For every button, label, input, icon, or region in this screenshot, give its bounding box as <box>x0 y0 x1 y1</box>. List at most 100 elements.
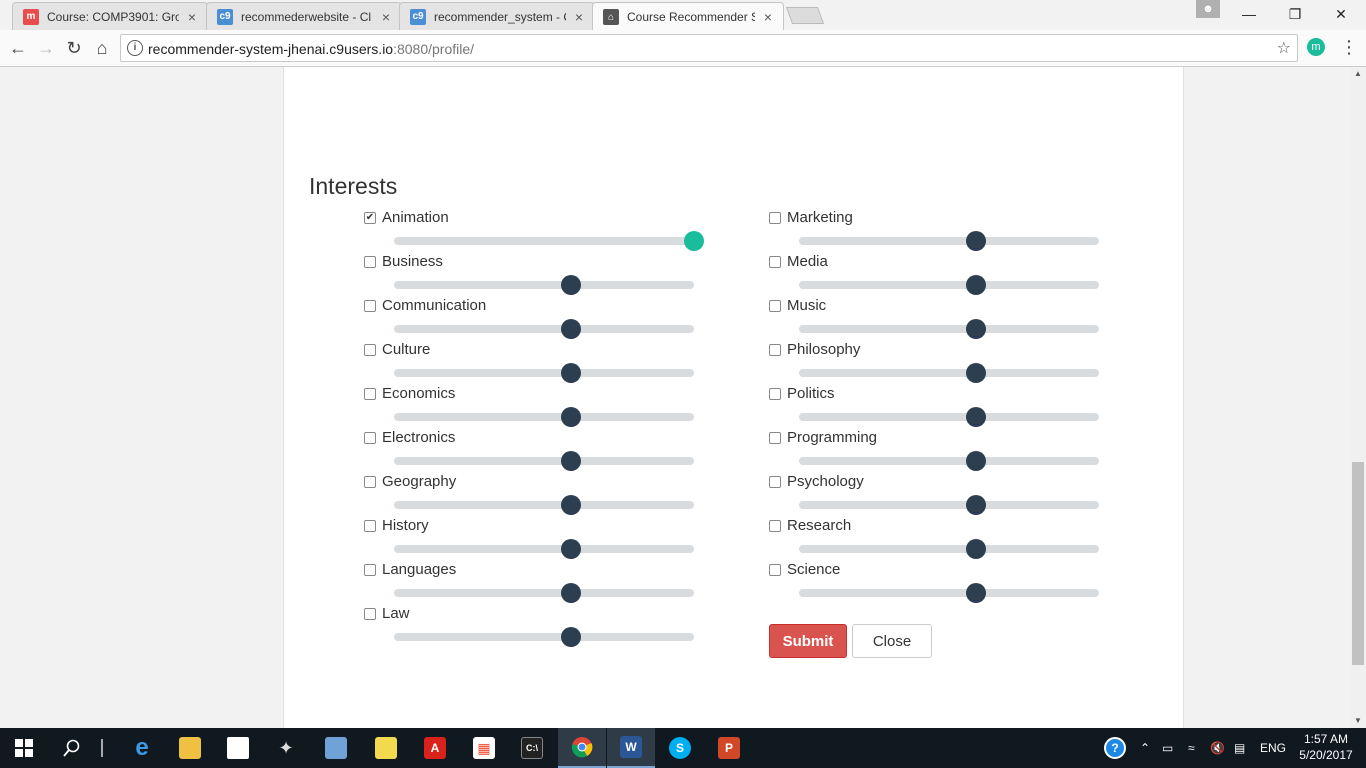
tab-close-icon[interactable]: × <box>572 9 586 25</box>
task-view-icon[interactable] <box>84 728 120 768</box>
new-tab-button[interactable] <box>785 7 825 24</box>
slider-handle[interactable] <box>561 583 581 603</box>
interest-checkbox[interactable] <box>769 300 781 312</box>
interest-checkbox[interactable] <box>769 432 781 444</box>
slider-handle[interactable] <box>561 407 581 427</box>
address-bar[interactable]: i recommender-system-jhenai.c9users.io:8… <box>120 34 1298 62</box>
interest-slider[interactable] <box>799 539 1099 559</box>
slider-handle[interactable] <box>966 495 986 515</box>
interest-slider[interactable] <box>394 275 694 295</box>
slider-handle[interactable] <box>561 451 581 471</box>
info-icon[interactable]: i <box>127 40 143 56</box>
interest-checkbox[interactable] <box>769 388 781 400</box>
interest-checkbox[interactable] <box>769 344 781 356</box>
skype-icon[interactable]: S <box>656 728 704 768</box>
app-icon[interactable]: ✦ <box>262 728 310 768</box>
scroll-down-icon[interactable]: ▼ <box>1350 714 1366 728</box>
browser-tab[interactable]: c9 recommederwebsite - Cl × <box>206 2 402 30</box>
interest-checkbox[interactable] <box>364 344 376 356</box>
clock[interactable]: 1:57 AM 5/20/2017 <box>1296 731 1356 763</box>
interest-slider[interactable] <box>799 451 1099 471</box>
slider-handle[interactable] <box>684 231 704 251</box>
file-explorer-icon[interactable] <box>166 728 214 768</box>
slider-handle[interactable] <box>561 627 581 647</box>
tab-close-icon[interactable]: × <box>379 9 393 25</box>
interest-checkbox[interactable] <box>364 564 376 576</box>
interest-slider[interactable] <box>394 231 704 251</box>
scrollbar-thumb[interactable] <box>1352 462 1364 665</box>
slider-handle[interactable] <box>966 583 986 603</box>
slider-handle[interactable] <box>966 539 986 559</box>
apps-grid-icon[interactable]: ▦ <box>460 728 508 768</box>
slider-handle[interactable] <box>966 407 986 427</box>
browser-tab[interactable]: c9 recommender_system - C × <box>399 2 595 30</box>
store-icon[interactable] <box>214 728 262 768</box>
extension-m-icon[interactable]: m <box>1307 38 1325 56</box>
interest-slider[interactable] <box>799 583 1099 603</box>
page-scrollbar[interactable]: ▲ ▼ <box>1350 67 1366 728</box>
remote-desktop-icon[interactable] <box>312 728 360 768</box>
interest-checkbox[interactable] <box>769 212 781 224</box>
volume-mute-icon[interactable]: 🔇 <box>1210 728 1225 768</box>
slider-handle[interactable] <box>966 451 986 471</box>
restore-button[interactable]: ❐ <box>1272 0 1318 28</box>
home-icon[interactable]: ⌂ <box>90 36 114 60</box>
interest-slider[interactable] <box>799 275 1099 295</box>
powerpoint-icon[interactable]: P <box>705 728 753 768</box>
interest-slider[interactable] <box>394 451 694 471</box>
interest-slider[interactable] <box>799 363 1099 383</box>
slider-handle[interactable] <box>561 319 581 339</box>
interest-checkbox[interactable] <box>769 476 781 488</box>
interest-checkbox[interactable] <box>364 300 376 312</box>
interest-slider[interactable] <box>394 539 694 559</box>
slider-handle[interactable] <box>966 319 986 339</box>
slider-handle[interactable] <box>966 275 986 295</box>
slider-handle[interactable] <box>966 231 986 251</box>
acrobat-icon[interactable]: A <box>411 728 459 768</box>
battery-icon[interactable]: ▭ <box>1162 728 1173 768</box>
tray-chevron-icon[interactable]: ⌃ <box>1140 728 1150 768</box>
terminal-icon[interactable]: C:\ <box>508 728 556 768</box>
sticky-notes-icon[interactable] <box>362 728 410 768</box>
language-indicator[interactable]: ENG <box>1260 728 1286 768</box>
interest-checkbox[interactable] <box>364 432 376 444</box>
interest-slider[interactable] <box>394 627 694 647</box>
interest-checkbox[interactable] <box>364 476 376 488</box>
browser-tab[interactable]: m Course: COMP3901: Grou × <box>12 2 208 30</box>
minimize-button[interactable]: — <box>1226 0 1272 28</box>
back-icon[interactable]: ← <box>6 36 30 60</box>
start-icon[interactable] <box>0 728 48 768</box>
scroll-up-icon[interactable]: ▲ <box>1350 67 1366 81</box>
tab-close-icon[interactable]: × <box>185 9 199 25</box>
slider-handle[interactable] <box>966 363 986 383</box>
submit-button[interactable]: Submit <box>769 624 847 658</box>
interest-checkbox[interactable]: ✔ <box>364 212 376 224</box>
close-button[interactable]: Close <box>852 624 932 658</box>
interest-checkbox[interactable] <box>364 256 376 268</box>
bookmark-star-icon[interactable]: ☆ <box>1277 38 1291 58</box>
edge-icon[interactable]: e <box>118 728 166 768</box>
tab-close-icon[interactable]: × <box>761 9 775 25</box>
slider-handle[interactable] <box>561 495 581 515</box>
profile-icon[interactable]: ☻ <box>1196 0 1220 18</box>
interest-checkbox[interactable] <box>769 564 781 576</box>
interest-checkbox[interactable] <box>769 520 781 532</box>
forward-icon[interactable]: → <box>34 36 58 60</box>
reload-icon[interactable]: ↻ <box>62 36 86 60</box>
word-icon[interactable]: W <box>607 728 655 768</box>
notifications-icon[interactable]: ▤ <box>1234 728 1245 768</box>
slider-handle[interactable] <box>561 363 581 383</box>
slider-handle[interactable] <box>561 539 581 559</box>
interest-slider[interactable] <box>394 583 694 603</box>
interest-slider[interactable] <box>394 495 694 515</box>
interest-slider[interactable] <box>799 231 1099 251</box>
interest-slider[interactable] <box>799 319 1099 339</box>
interest-slider[interactable] <box>394 319 694 339</box>
slider-handle[interactable] <box>561 275 581 295</box>
interest-slider[interactable] <box>799 407 1099 427</box>
chrome-icon[interactable] <box>558 728 606 768</box>
help-icon[interactable]: ? <box>1104 728 1126 768</box>
interest-checkbox[interactable] <box>364 608 376 620</box>
interest-slider[interactable] <box>394 363 694 383</box>
menu-icon[interactable]: ⋮ <box>1340 36 1358 60</box>
